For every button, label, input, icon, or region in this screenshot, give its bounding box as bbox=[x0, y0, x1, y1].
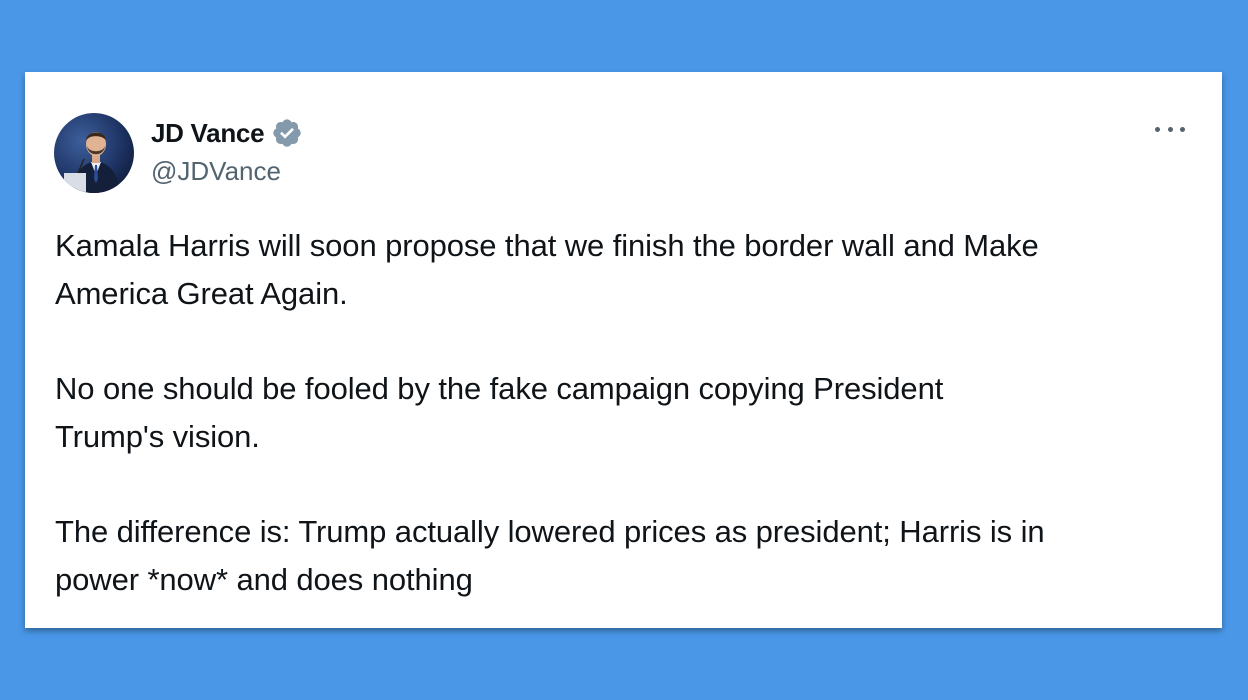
tweet-card: JD Vance @JDVance Kamala Harris will soo… bbox=[25, 72, 1222, 628]
avatar[interactable] bbox=[54, 113, 134, 193]
tweet-paragraph: No one should be fooled by the fake camp… bbox=[55, 371, 944, 454]
avatar-photo bbox=[54, 113, 134, 193]
dot-icon bbox=[1180, 126, 1185, 132]
tweet-text: Kamala Harris will soon propose that we … bbox=[55, 222, 1195, 603]
verified-badge-icon[interactable] bbox=[271, 117, 303, 149]
dot-icon bbox=[1167, 126, 1173, 132]
author-display-name[interactable]: JD Vance bbox=[151, 118, 265, 149]
tweet-paragraph: The difference is: Trump actually lowere… bbox=[55, 514, 1045, 597]
dot-icon bbox=[1155, 126, 1160, 132]
author-name-row: JD Vance bbox=[151, 116, 303, 150]
tweet-paragraph: Kamala Harris will soon propose that we … bbox=[55, 228, 1039, 311]
more-options-icon[interactable] bbox=[1151, 117, 1189, 141]
author-handle[interactable]: @JDVance bbox=[151, 156, 281, 187]
